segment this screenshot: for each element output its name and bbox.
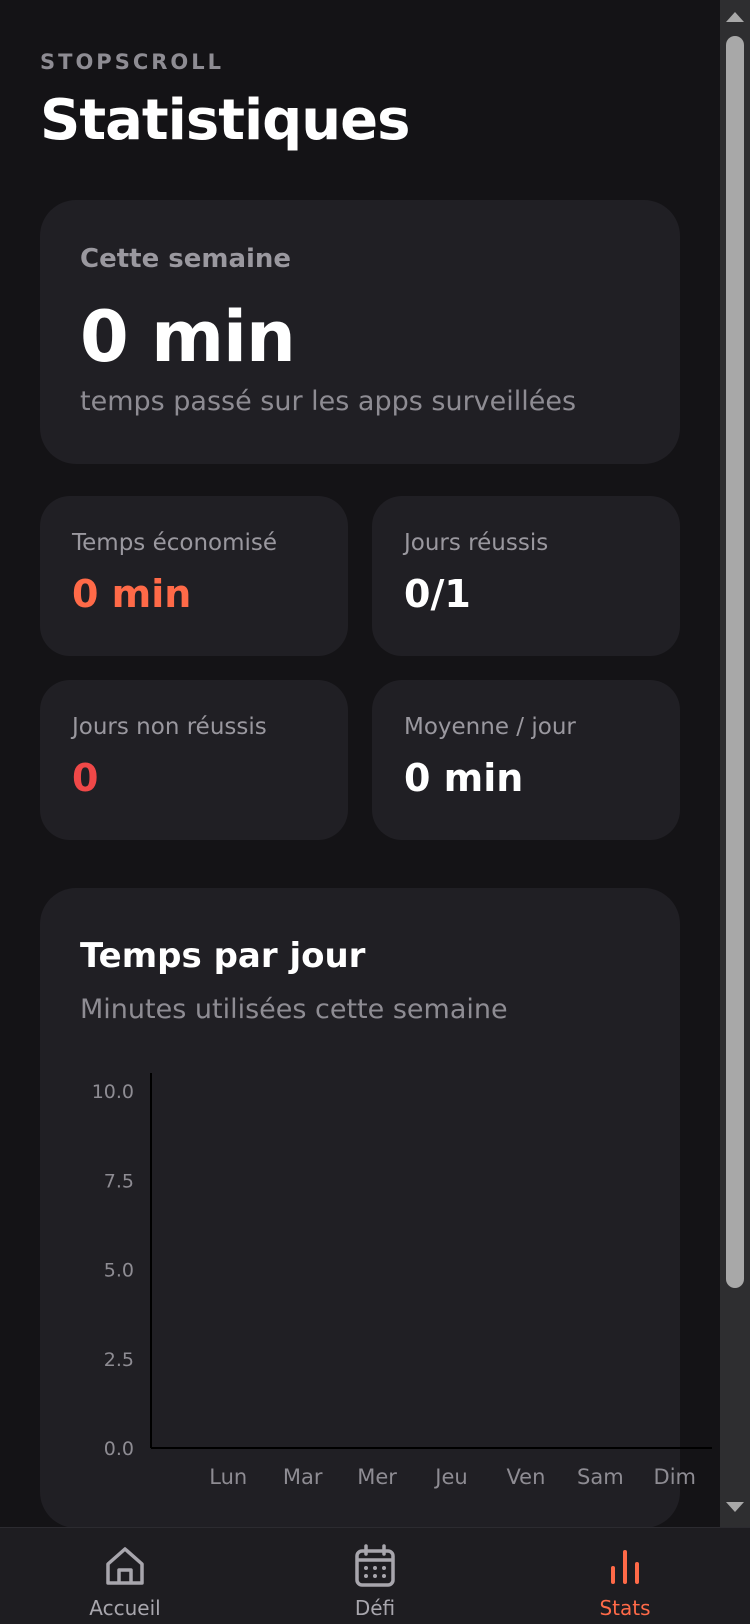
tab-label: Accueil: [89, 1596, 161, 1620]
x-tick-label: Mer: [357, 1465, 397, 1489]
y-tick-label: 5.0: [104, 1260, 134, 1282]
tab-home[interactable]: Accueil: [25, 1528, 225, 1624]
daily-time-bar-chart: 10.0 7.5 5.0 2.5 0.0 Lun Mar Mer Jeu Ven Sam Dim: [92, 1073, 712, 1489]
stat-value: 0 min: [404, 756, 524, 800]
week-label: Cette semaine: [80, 244, 292, 274]
x-tick-label: Jeu: [433, 1465, 467, 1489]
bar-chart-icon: [611, 1550, 639, 1584]
tab-label: Stats: [599, 1596, 651, 1620]
bottom-tab-bar: Accueil Défi Stats: [0, 1527, 750, 1624]
week-total-value: 0 min: [80, 296, 296, 378]
stat-label: Jours non réussis: [72, 714, 267, 740]
y-tick-label: 2.5: [104, 1349, 134, 1371]
week-summary-card: Cette semaine 0 min temps passé sur les …: [40, 200, 680, 464]
tab-stats[interactable]: Stats: [525, 1528, 725, 1624]
stat-label: Moyenne / jour: [404, 714, 576, 740]
page-title: Statistiques: [40, 88, 410, 153]
stat-value: 0/1: [404, 572, 471, 616]
app-brand: STOPSCROLL: [40, 50, 225, 74]
stat-label: Temps économisé: [72, 530, 278, 556]
stat-card-days-failed: Jours non réussis 0: [40, 680, 348, 840]
daily-time-chart-card: Temps par jour Minutes utilisées cette s…: [40, 888, 712, 1527]
stat-label: Jours réussis: [404, 530, 549, 556]
y-tick-label: 0.0: [104, 1438, 134, 1460]
stat-card-time-saved: Temps économisé 0 min: [40, 496, 348, 656]
scroll-up-arrow-icon[interactable]: [726, 12, 744, 22]
stat-card-daily-average: Moyenne / jour 0 min: [372, 680, 680, 840]
home-icon: [106, 1547, 144, 1585]
y-tick-label: 7.5: [104, 1170, 134, 1192]
x-tick-label: Sam: [577, 1465, 624, 1489]
tab-label: Défi: [354, 1596, 396, 1620]
y-tick-label: 10.0: [92, 1081, 134, 1103]
calendar-icon: [355, 1544, 395, 1587]
x-tick-label: Mar: [283, 1465, 323, 1489]
x-tick-label: Lun: [209, 1465, 247, 1489]
scrollbar[interactable]: [720, 0, 750, 1527]
week-subtitle: temps passé sur les apps surveillées: [80, 386, 577, 417]
tab-challenge[interactable]: Défi: [275, 1528, 475, 1624]
x-tick-label: Dim: [654, 1465, 696, 1489]
x-tick-label: Ven: [506, 1465, 545, 1489]
scroll-thumb[interactable]: [726, 36, 744, 1288]
stat-value: 0 min: [72, 572, 192, 616]
stat-value: 0: [72, 756, 99, 800]
stat-card-days-succeeded: Jours réussis 0/1: [372, 496, 680, 656]
scroll-down-arrow-icon[interactable]: [726, 1502, 744, 1512]
stats-screen: STOPSCROLL Statistiques Cette semaine 0 …: [0, 0, 720, 1527]
